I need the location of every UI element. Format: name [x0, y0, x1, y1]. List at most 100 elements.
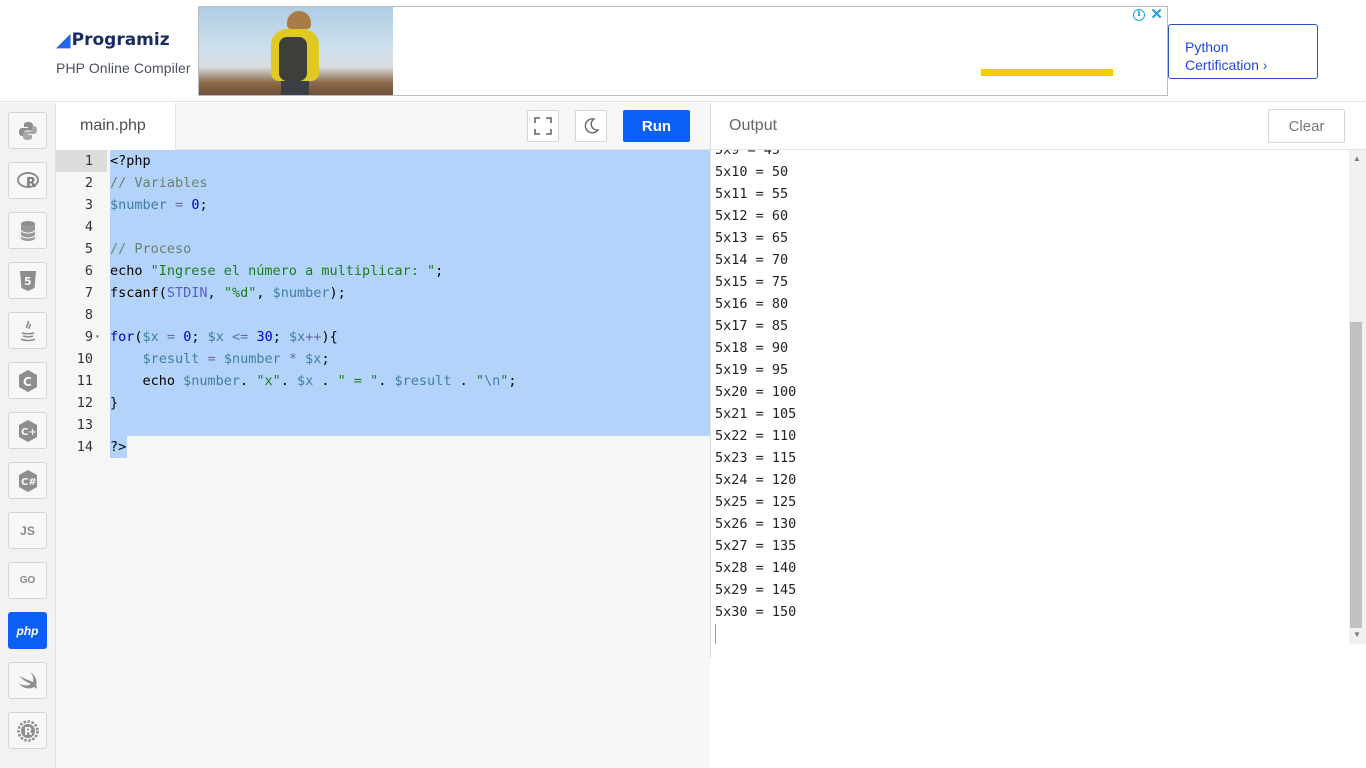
output-line: 5x21 = 105: [715, 406, 797, 422]
scroll-down-icon[interactable]: ▼: [1353, 630, 1361, 639]
code-line[interactable]: 2 // Variables: [56, 172, 710, 194]
swift-icon: [18, 671, 37, 689]
line-number: 14: [76, 439, 93, 455]
run-button[interactable]: Run: [623, 110, 690, 142]
scrollbar-thumb[interactable]: [1350, 322, 1362, 628]
python-icon: [18, 121, 37, 140]
output-line: 5x11 = 55: [715, 186, 789, 202]
php-icon: php: [16, 623, 39, 638]
programiz-logo[interactable]: ◢ Programiz: [56, 28, 191, 52]
language-r[interactable]: R: [8, 162, 47, 199]
output-line: 5x18 = 90: [715, 340, 789, 356]
output-line: 5x22 = 110: [715, 428, 797, 444]
clear-button[interactable]: Clear: [1268, 109, 1345, 143]
code-line[interactable]: 11 echo $number. "x". $x . " = ". $resul…: [56, 370, 710, 392]
language-java[interactable]: [8, 312, 47, 349]
code-text: }: [110, 395, 119, 411]
line-number: 1: [84, 153, 93, 169]
ad-photo-hiker[interactable]: [199, 7, 393, 95]
svg-text:R: R: [24, 725, 33, 738]
file-tab-main-php[interactable]: main.php: [56, 103, 176, 150]
ad-hiker-hat: [287, 11, 311, 29]
r-icon: R: [16, 171, 39, 191]
page-subtitle: PHP Online Compiler: [56, 60, 191, 76]
language-html[interactable]: 5: [8, 262, 47, 299]
code-line[interactable]: 4: [56, 216, 710, 238]
code-line[interactable]: 7 fscanf(STDIN, "%d", $number);: [56, 282, 710, 304]
output-line: 5x17 = 85: [715, 318, 789, 334]
svg-text:C#: C#: [21, 477, 37, 488]
code-text: for($x = 0; $x <= 30; $x++){: [110, 329, 338, 345]
language-csharp[interactable]: C#: [8, 462, 47, 499]
header-bar: ◢ Programiz PHP Online Compiler i ✕ Pyth…: [0, 0, 1366, 102]
output-line: 5x28 = 140: [715, 560, 797, 576]
line-number: 13: [76, 417, 93, 433]
ad-banner[interactable]: i ✕: [198, 6, 1168, 96]
fold-arrow-icon[interactable]: ▾: [95, 326, 100, 348]
output-line: 5x14 = 70: [715, 252, 789, 268]
output-line: 5x12 = 60: [715, 208, 789, 224]
svg-text:R: R: [26, 176, 36, 191]
language-go[interactable]: GO: [8, 562, 47, 599]
output-line: 5x30 = 150: [715, 604, 797, 620]
dark-mode-button[interactable]: [575, 110, 607, 142]
line-number: 11: [76, 373, 93, 389]
ad-info-icon[interactable]: i: [1133, 9, 1145, 21]
output-line: 5x9 = 45: [715, 150, 781, 158]
code-line[interactable]: 12}: [56, 392, 710, 414]
output-line: 5x20 = 100: [715, 384, 797, 400]
code-text: fscanf(STDIN, "%d", $number);: [110, 285, 346, 301]
svg-text:C: C: [23, 375, 32, 389]
code-text: // Proceso: [110, 241, 192, 257]
language-cpp[interactable]: C+: [8, 412, 47, 449]
language-python[interactable]: [8, 112, 47, 149]
output-line: 5x23 = 115: [715, 450, 797, 466]
fullscreen-button[interactable]: [527, 110, 559, 142]
output-line: 5x13 = 65: [715, 230, 789, 246]
line-number: 6: [84, 263, 93, 279]
code-line[interactable]: 3 $number = 0;: [56, 194, 710, 216]
language-c[interactable]: C: [8, 362, 47, 399]
language-php[interactable]: php: [8, 612, 47, 649]
code-line[interactable]: 6 echo "Ingrese el número a multiplicar: …: [56, 260, 710, 282]
cpp-icon: C+: [18, 419, 37, 442]
language-swift[interactable]: [8, 662, 47, 699]
ad-yellow-bar: [981, 69, 1113, 76]
code-line[interactable]: 14 ?>: [56, 436, 710, 458]
brand[interactable]: ◢ Programiz PHP Online Compiler: [56, 28, 191, 76]
html5-icon: 5: [19, 270, 36, 291]
python-certification-button[interactable]: Python Certification ›: [1168, 24, 1318, 79]
output-line: 5x26 = 130: [715, 516, 797, 532]
language-sql[interactable]: [8, 212, 47, 249]
ad-close-icon[interactable]: ✕: [1150, 7, 1163, 23]
svg-text:5: 5: [24, 275, 32, 288]
output-line: 5x29 = 145: [715, 582, 797, 598]
output-console[interactable]: 5x9 = 45 5x10 = 50 5x11 = 55 5x12 = 60 5x13 …: [711, 150, 1348, 658]
line-number: 7: [84, 285, 93, 301]
code-line[interactable]: 5 // Proceso: [56, 238, 710, 260]
line-number: 8: [84, 307, 93, 323]
go-icon: GO: [19, 575, 36, 586]
selection-highlight: [110, 216, 710, 238]
line-number: 12: [76, 395, 93, 411]
code-line[interactable]: 10 $result = $number * $x;: [56, 348, 710, 370]
output-title: Output: [729, 117, 778, 134]
output-line: 5x10 = 50: [715, 164, 789, 180]
code-text: $number = 0;: [110, 197, 208, 213]
output-scrollbar[interactable]: ▲ ▼: [1349, 150, 1366, 644]
output-line: 5x25 = 125: [715, 494, 797, 510]
code-line[interactable]: 8: [56, 304, 710, 326]
code-editor[interactable]: 1 <?php 2 // Variables 3 $number = 0; 4 5 // Pro…: [56, 150, 710, 768]
selection-highlight: [110, 304, 710, 326]
line-number: 10: [76, 351, 93, 367]
database-icon: [20, 220, 35, 241]
code-text: // Variables: [110, 175, 208, 191]
language-javascript[interactable]: JS: [8, 512, 47, 549]
scroll-up-icon[interactable]: ▲: [1353, 154, 1361, 163]
code-line[interactable]: 13: [56, 414, 710, 436]
code-line[interactable]: 1 <?php: [56, 150, 710, 172]
language-rust[interactable]: R: [8, 712, 47, 749]
programiz-logo-icon: ◢: [56, 29, 71, 51]
line-number: 4: [84, 219, 93, 235]
code-line[interactable]: 9 ▾ for($x = 0; $x <= 30; $x++){: [56, 326, 710, 348]
